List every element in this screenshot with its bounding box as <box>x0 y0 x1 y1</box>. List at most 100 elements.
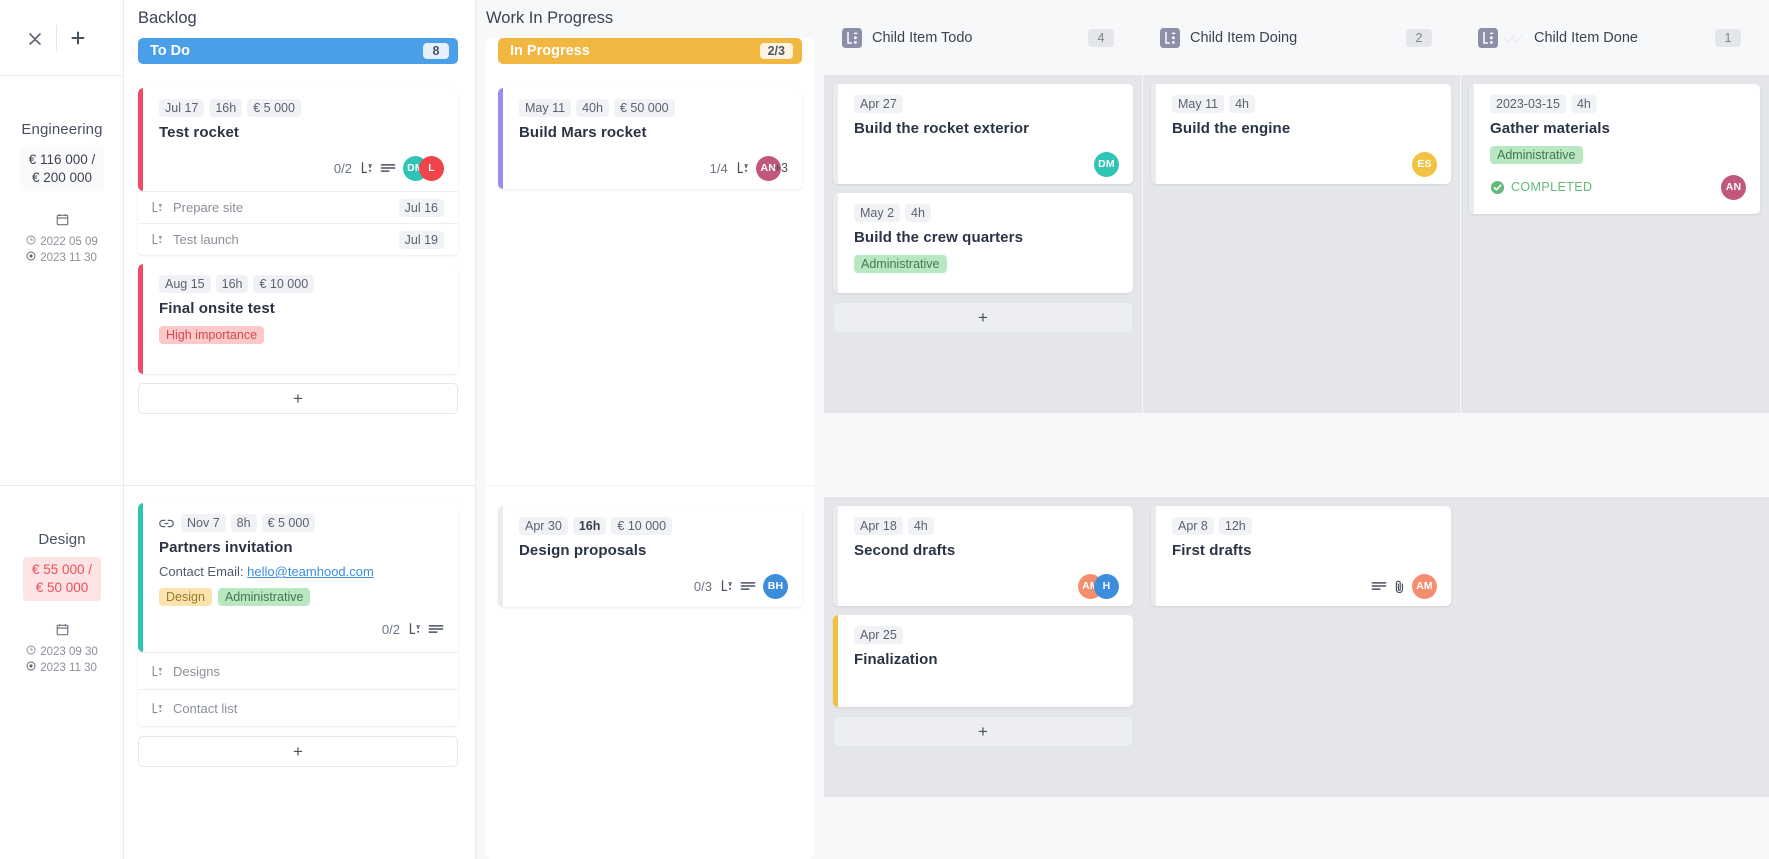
card-meta: Apr 25 <box>854 626 1119 644</box>
add-child-card-button-todo-engineering[interactable]: + <box>833 302 1133 333</box>
card-meta: Apr 27 <box>854 95 1119 113</box>
child-column-header[interactable]: Child Item Doing 2 <box>1142 0 1460 75</box>
avatar[interactable]: ES <box>1412 152 1437 177</box>
avatar[interactable]: H <box>1094 574 1119 599</box>
child-column-body: Apr 8 12h First drafts <box>1142 497 1460 797</box>
description-icon[interactable] <box>1371 580 1387 592</box>
assignee-avatars[interactable]: AM H <box>1078 574 1119 599</box>
card-money-chip: € 50 000 <box>614 99 675 117</box>
card-hours-chip: 12h <box>1219 517 1252 535</box>
assignee-avatars[interactable]: DM <box>1094 152 1119 177</box>
card-build-rocket-exterior[interactable]: Apr 27 Build the rocket exterior DM <box>833 84 1133 184</box>
assignee-avatars[interactable]: AN <box>1721 175 1746 200</box>
swimlane-label-engineering[interactable]: Engineering € 116 000 / € 200 000 <box>0 75 124 485</box>
subtask-row[interactable]: Test launch Jul 19 <box>138 223 458 255</box>
card-build-the-engine[interactable]: May 11 4h Build the engine ES <box>1151 84 1451 184</box>
add-card-button-todo-engineering[interactable]: + <box>138 383 458 414</box>
card-partners-invitation[interactable]: Nov 7 8h € 5 000 Partners invitation Con… <box>138 503 458 652</box>
card-gather-materials[interactable]: 2023-03-15 4h Gather materials Administr… <box>1469 84 1760 214</box>
swimlane-divider <box>486 485 814 486</box>
card-title: First drafts <box>1172 542 1437 559</box>
card-stripe <box>138 503 143 652</box>
avatar[interactable]: DM <box>1094 152 1119 177</box>
swimlane-label-design[interactable]: Design € 55 000 / € 50 000 <box>0 485 124 859</box>
card-date-chip: Apr 18 <box>854 517 903 535</box>
avatar[interactable]: L <box>419 156 444 181</box>
swimlane-end-date: 2023 11 30 <box>26 660 98 676</box>
assignee-avatars[interactable]: ES <box>1412 152 1437 177</box>
subtask-date: Jul 16 <box>399 199 444 217</box>
add-child-card-button-todo-design[interactable]: + <box>833 716 1133 747</box>
card-build-mars-rocket[interactable]: May 11 40h € 50 000 Build Mars rocket 1/… <box>498 88 802 189</box>
plus-icon: + <box>978 722 988 742</box>
assignee-avatars[interactable]: AN +3 <box>756 156 788 181</box>
collapse-vertical-icon[interactable] <box>14 17 56 59</box>
avatar[interactable]: AN <box>1721 175 1746 200</box>
card-title: Partners invitation <box>159 539 444 556</box>
card-design-proposals[interactable]: Apr 30 16h € 10 000 Design proposals 0/3 <box>498 506 802 607</box>
card-second-drafts[interactable]: Apr 18 4h Second drafts AM H <box>833 506 1133 606</box>
card-date-chip: Nov 7 <box>181 514 226 532</box>
child-item-icon[interactable] <box>735 161 749 175</box>
child-column-done: Child Item Done 1 2023-03-15 4h Gather m… <box>1460 0 1769 859</box>
subtask-row[interactable]: Designs <box>138 652 458 689</box>
child-column-label: Child Item Doing <box>1190 30 1297 46</box>
avatar[interactable]: BH <box>763 574 788 599</box>
tag[interactable]: Administrative <box>1490 146 1583 164</box>
swimlane-start-date: 2023 09 30 <box>26 644 98 660</box>
swimlane-end-date: 2023 11 30 <box>26 250 98 266</box>
child-column-header[interactable]: Child Item Todo 4 <box>824 0 1142 75</box>
card-footer: 0/3 <box>519 573 788 599</box>
card-date-chip: May 2 <box>854 204 900 222</box>
tag[interactable]: Administrative <box>218 588 311 606</box>
link-icon[interactable] <box>159 518 174 529</box>
card-hours-chip: 4h <box>1571 95 1597 113</box>
card-stripe <box>833 193 838 293</box>
add-card-button-todo-design[interactable]: + <box>138 736 458 767</box>
assignee-avatars[interactable]: BH <box>763 574 788 599</box>
column-header-todo[interactable]: To Do 8 <box>138 38 458 64</box>
attachment-icon[interactable] <box>1394 579 1405 594</box>
card-build-crew-quarters[interactable]: May 2 4h Build the crew quarters Adminis… <box>833 193 1133 293</box>
description-icon[interactable] <box>380 162 396 174</box>
card-final-onsite-test[interactable]: Aug 15 16h € 10 000 Final onsite test Hi… <box>138 264 458 374</box>
column-header-in-progress[interactable]: In Progress 2/3 <box>498 38 802 64</box>
swimlane-budget: € 116 000 / € 200 000 <box>20 147 105 191</box>
start-clock-icon <box>26 644 36 660</box>
contact-email-link[interactable]: hello@teamhood.com <box>247 564 374 579</box>
card-hours-chip: 16h <box>216 275 249 293</box>
swimlane-rail: Engineering € 116 000 / € 200 000 <box>0 0 124 859</box>
card-footer: DM <box>854 151 1119 177</box>
child-item-icon[interactable] <box>719 579 733 593</box>
tag[interactable]: Design <box>159 588 212 606</box>
child-column-header[interactable]: Child Item Done 1 <box>1460 0 1769 75</box>
card-finalization[interactable]: Apr 25 Finalization <box>833 615 1133 707</box>
kanban-board: Engineering € 116 000 / € 200 000 <box>0 0 1769 859</box>
card-first-drafts[interactable]: Apr 8 12h First drafts <box>1151 506 1451 606</box>
custom-field-label: Contact Email: <box>159 564 244 579</box>
card-footer: AM <box>1172 573 1437 599</box>
card-hours-chip: 4h <box>905 204 931 222</box>
description-icon[interactable] <box>428 623 444 635</box>
assignee-avatars[interactable]: AM <box>1412 574 1437 599</box>
board-columns: Backlog To Do 8 Jul 17 <box>124 0 1769 859</box>
card-test-rocket[interactable]: Jul 17 16h € 5 000 Test rocket 0/2 <box>138 88 458 191</box>
tag[interactable]: Administrative <box>854 255 947 273</box>
card-title: Design proposals <box>519 542 788 559</box>
group-work-in-progress: Work In Progress In Progress 2/3 M <box>476 0 1769 859</box>
card-money-chip: € 10 000 <box>611 517 672 535</box>
card-title: Test rocket <box>159 124 444 141</box>
card-stripe <box>138 88 143 191</box>
plus-icon[interactable] <box>57 17 99 59</box>
description-icon[interactable] <box>740 580 756 592</box>
tag[interactable]: High importance <box>159 326 264 344</box>
assignee-avatars[interactable]: DM L <box>403 156 444 181</box>
child-column-body: Apr 18 4h Second drafts AM H <box>824 497 1142 797</box>
avatar[interactable]: AM <box>1412 574 1437 599</box>
child-item-icon[interactable] <box>359 161 373 175</box>
avatar-overflow-count[interactable]: +3 <box>774 161 788 175</box>
subtask-row[interactable]: Contact list <box>138 689 458 726</box>
child-item-icon[interactable] <box>407 622 421 636</box>
subtask-row[interactable]: Prepare site Jul 16 <box>138 191 458 223</box>
card-stripe <box>833 84 838 184</box>
